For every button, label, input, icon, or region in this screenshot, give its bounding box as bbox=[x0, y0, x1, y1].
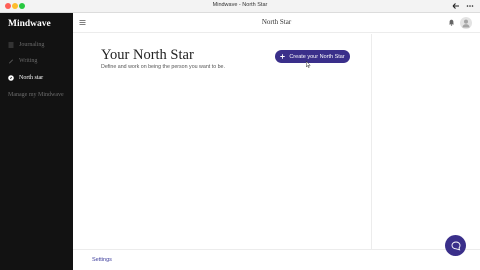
settings-link[interactable]: Settings bbox=[92, 257, 112, 263]
create-north-star-button[interactable]: Create your North Star bbox=[275, 50, 350, 63]
right-panel bbox=[371, 34, 480, 249]
sidebar-item-label: Journaling bbox=[19, 41, 45, 48]
avatar[interactable] bbox=[460, 17, 472, 29]
app-brand: Mindwave bbox=[8, 19, 51, 29]
app-window: Mindwave - North Star Mindwave Journalin… bbox=[0, 0, 480, 270]
create-north-star-label: Create your North Star bbox=[289, 53, 345, 60]
help-chat-button[interactable] bbox=[445, 235, 466, 256]
main-content: Your North Star Define and work on being… bbox=[73, 34, 371, 249]
sidebar-item-label: North star bbox=[19, 74, 44, 81]
main-header: North Star bbox=[73, 13, 480, 33]
pencil-icon bbox=[9, 59, 13, 63]
sidebar-item-north-star[interactable]: North star bbox=[0, 71, 73, 84]
north-star-description: Define and work on being the person you … bbox=[101, 64, 225, 70]
user-icon bbox=[462, 19, 470, 28]
sidebar: Mindwave Journaling Writing North star M… bbox=[0, 13, 73, 270]
sidebar-item-label: Writing bbox=[19, 57, 38, 64]
compass-icon bbox=[8, 74, 14, 81]
list-icon bbox=[8, 42, 14, 47]
mouse-pointer-icon bbox=[306, 61, 311, 68]
bell-icon[interactable] bbox=[448, 19, 455, 26]
chat-bubble-icon bbox=[451, 241, 460, 250]
sidebar-item-writing[interactable]: Writing bbox=[0, 54, 73, 67]
sidebar-item-label: Manage my Mindwave bbox=[8, 91, 64, 98]
north-star-heading: Your North Star bbox=[101, 47, 194, 63]
more-options-icon[interactable] bbox=[466, 2, 474, 10]
plus-icon bbox=[280, 54, 286, 59]
sidebar-item-manage[interactable]: Manage my Mindwave bbox=[0, 88, 73, 101]
footer: Settings bbox=[73, 249, 480, 270]
window-title: Mindwave - North Star bbox=[212, 2, 268, 8]
title-bar-icons bbox=[452, 2, 474, 10]
page-title: North Star bbox=[261, 18, 292, 26]
title-bar: Mindwave - North Star bbox=[0, 0, 480, 13]
back-arrow-icon[interactable] bbox=[452, 2, 460, 10]
sidebar-item-journaling[interactable]: Journaling bbox=[0, 38, 73, 51]
